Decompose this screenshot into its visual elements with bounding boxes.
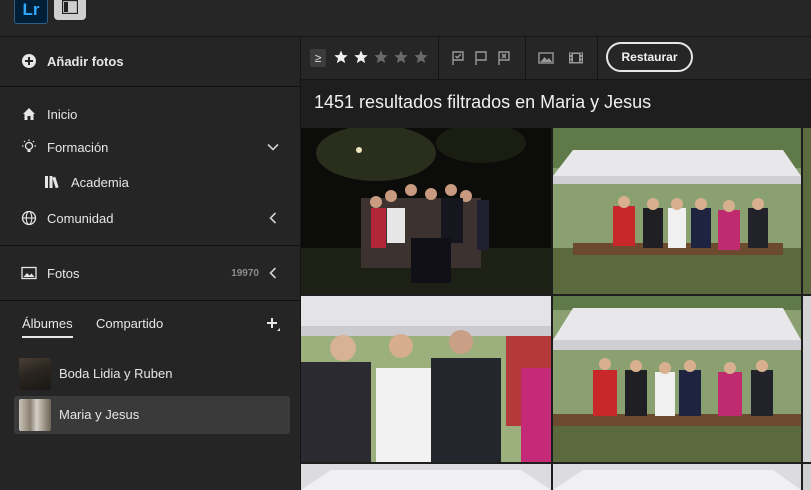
photo-grid <box>301 128 811 490</box>
chevron-left-icon[interactable] <box>266 211 280 225</box>
panel-toggle-button[interactable] <box>54 0 86 20</box>
sidebar-item-comunidad[interactable]: Comunidad <box>0 202 300 234</box>
tab-compartido[interactable]: Compartido <box>96 316 163 331</box>
add-album-icon[interactable] <box>266 317 282 333</box>
filter-bar: ≥ Restaurar <box>301 37 811 80</box>
chevron-left-icon[interactable] <box>266 266 280 280</box>
divider <box>438 37 439 79</box>
sidebar-item-label: Comunidad <box>47 210 114 226</box>
sidebar-item-label: Inicio <box>47 106 78 122</box>
image-icon <box>21 266 37 280</box>
flag-picked-icon[interactable] <box>450 50 466 66</box>
photo-thumbnail[interactable] <box>553 296 801 462</box>
photo-thumbnail[interactable] <box>553 464 801 490</box>
sidebar-item-inicio[interactable]: Inicio <box>0 98 300 130</box>
chevron-down-icon[interactable] <box>266 140 280 154</box>
lightroom-logo[interactable]: Lr <box>14 0 48 24</box>
photo-thumbnail[interactable] <box>803 464 811 490</box>
divider <box>0 86 300 87</box>
photo-thumbnail[interactable] <box>301 464 551 490</box>
photo-thumbnail[interactable] <box>803 128 811 294</box>
sidebar-item-formacion[interactable]: Formación <box>0 131 300 163</box>
album-thumbnail <box>19 358 51 390</box>
flag-rejected-icon[interactable] <box>496 50 512 66</box>
sidebar: Añadir fotos Inicio Formación Academia C… <box>0 37 301 490</box>
divider <box>525 37 526 79</box>
star-empty-icon[interactable] <box>413 49 429 65</box>
album-item-boda-lidia-y-ruben[interactable]: Boda Lidia y Ruben <box>14 355 290 393</box>
album-thumbnail <box>19 399 51 431</box>
results-heading: 1451 resultados filtrados en Maria y Jes… <box>314 92 652 112</box>
albums-tabs: Álbumes Compartido <box>0 316 300 348</box>
top-bar: Lr <box>0 0 811 37</box>
photo-count: 19970 <box>231 267 259 279</box>
photo-thumbnail[interactable] <box>301 128 551 294</box>
photo-filter-icon[interactable] <box>538 50 554 66</box>
flag-unflagged-icon[interactable] <box>473 50 489 66</box>
video-filter-icon[interactable] <box>568 50 584 66</box>
album-name: Maria y Jesus <box>59 407 140 422</box>
album-item-maria-y-jesus[interactable]: Maria y Jesus <box>14 396 290 434</box>
divider <box>0 245 300 246</box>
sidebar-item-label: Formación <box>47 139 109 155</box>
divider <box>597 37 598 79</box>
lightbulb-icon <box>22 139 36 152</box>
library-icon <box>45 176 59 189</box>
restore-button[interactable]: Restaurar <box>606 42 693 72</box>
star-empty-icon[interactable] <box>393 49 409 65</box>
sidebar-item-fotos[interactable]: Fotos 19970 <box>0 257 300 289</box>
divider <box>0 300 300 301</box>
rating-operator-button[interactable]: ≥ <box>310 49 326 67</box>
photo-thumbnail[interactable] <box>301 296 551 462</box>
photo-thumbnail[interactable] <box>803 296 811 462</box>
globe-icon <box>21 210 37 226</box>
sidebar-item-label: Fotos <box>47 265 80 281</box>
home-icon <box>23 108 35 120</box>
tab-albumes[interactable]: Álbumes <box>22 316 73 338</box>
star-filled-icon[interactable] <box>353 49 369 65</box>
photo-thumbnail[interactable] <box>553 128 801 294</box>
plus-circle-icon <box>22 54 36 68</box>
star-empty-icon[interactable] <box>373 49 389 65</box>
sidebar-item-label: Academia <box>71 174 129 190</box>
album-name: Boda Lidia y Ruben <box>59 366 173 381</box>
star-filled-icon[interactable] <box>333 49 349 65</box>
sidebar-panel-icon <box>62 0 78 14</box>
add-photos-label: Añadir fotos <box>47 53 124 69</box>
sidebar-item-academia[interactable]: Academia <box>0 166 300 198</box>
add-photos-button[interactable]: Añadir fotos <box>0 45 300 77</box>
